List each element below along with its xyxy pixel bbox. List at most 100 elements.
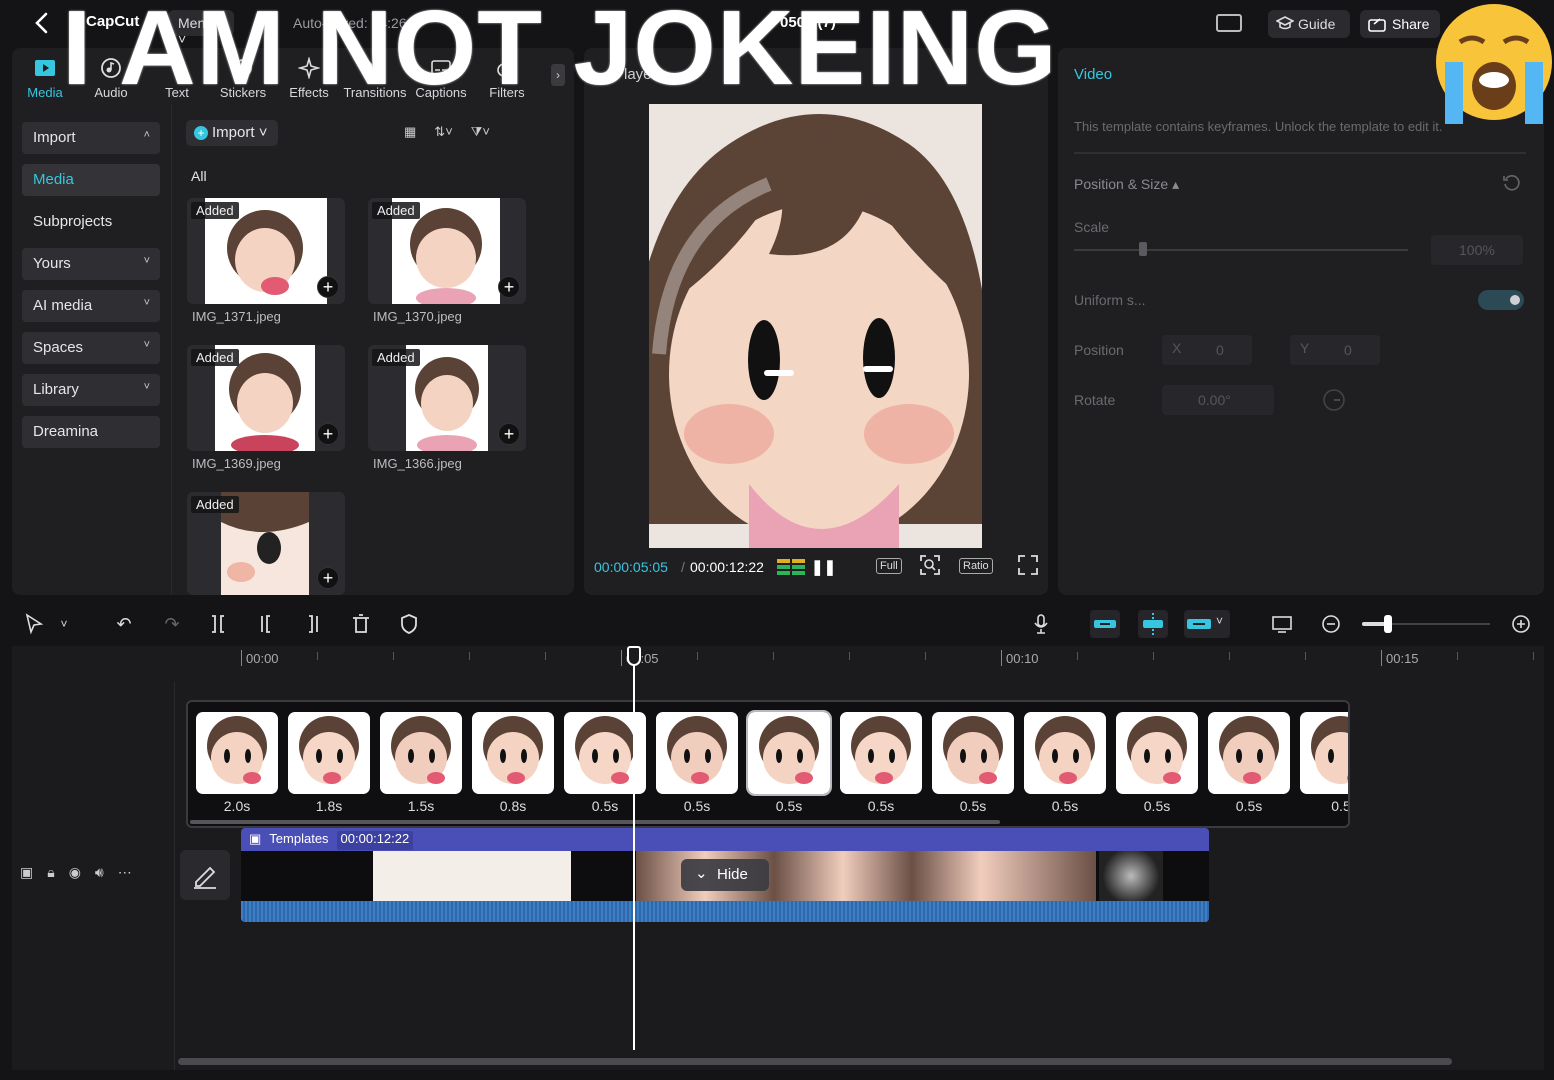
sidenav-item-subprojects[interactable]: Subprojects xyxy=(22,206,160,238)
ruler-tick xyxy=(1533,652,1534,660)
add-to-timeline-icon[interactable]: + xyxy=(317,567,339,589)
shield-icon[interactable] xyxy=(397,612,421,636)
media-item[interactable]: Added + xyxy=(187,198,345,304)
preview-axis-icon[interactable] xyxy=(1270,612,1294,636)
filter-funnel-icon[interactable]: ⧩˅ xyxy=(471,124,490,140)
zoom-out-icon[interactable] xyxy=(1319,612,1343,636)
cover-icon[interactable]: ▣ xyxy=(20,864,33,881)
clip-duration: 0.5s xyxy=(1143,798,1171,814)
position-x-field[interactable]: X 0 xyxy=(1162,335,1252,365)
sidenav-item-library[interactable]: Library ˅ xyxy=(22,374,160,406)
scale-slider[interactable] xyxy=(1074,249,1408,251)
section-position-size[interactable]: Position & Size ▴ xyxy=(1074,176,1179,193)
sidenav-item-media[interactable]: Media xyxy=(22,164,160,196)
clip-scrollbar[interactable] xyxy=(190,820,1000,824)
sidenav-item-yours[interactable]: Yours ˅ xyxy=(22,248,160,280)
sidenav-item-ai-media[interactable]: AI media ˅ xyxy=(22,290,160,322)
media-filename: IMG_1370.jpeg xyxy=(373,309,462,324)
template-label: Templates xyxy=(269,831,329,846)
layout-icon[interactable] xyxy=(1216,14,1242,32)
rotate-field[interactable]: 0.00° xyxy=(1162,385,1274,415)
grid-view-icon[interactable]: ▦ xyxy=(404,124,416,140)
timeline-clip[interactable] xyxy=(196,712,278,794)
media-filter-all[interactable]: All xyxy=(191,168,207,184)
current-time: 00:00:05:05 xyxy=(594,559,668,575)
more-icon[interactable]: ⋯ xyxy=(118,864,132,881)
media-item[interactable]: Added + xyxy=(187,492,345,595)
chevron-down-icon[interactable]: ˅ xyxy=(52,612,76,636)
sort-icon[interactable]: ⇅˅ xyxy=(434,124,452,140)
video-preview[interactable] xyxy=(649,104,982,548)
timeline-clip[interactable] xyxy=(380,712,462,794)
select-cursor-icon[interactable] xyxy=(22,612,46,636)
clip-duration: 1.5s xyxy=(407,798,435,814)
timeline-clip[interactable] xyxy=(1116,712,1198,794)
playhead-handle[interactable] xyxy=(627,646,641,666)
add-to-timeline-icon[interactable]: + xyxy=(498,423,520,445)
ruler-tick xyxy=(1229,652,1230,660)
ratio-button[interactable]: Ratio xyxy=(959,558,993,574)
template-clip[interactable]: ▣ Templates 00:00:12:22 ⌄ Hide xyxy=(241,828,1209,922)
zoom-slider-handle[interactable] xyxy=(1383,615,1392,633)
timeline-clip[interactable] xyxy=(1300,712,1348,794)
media-item[interactable]: Added + xyxy=(368,345,526,451)
fullscreen-icon[interactable] xyxy=(1017,554,1039,576)
timeline-clip[interactable] xyxy=(656,712,738,794)
ruler-tick xyxy=(697,652,698,660)
chevron-down-icon: ˅ xyxy=(258,124,268,141)
x-value: 0 xyxy=(1216,342,1224,358)
main-track-magnet-button[interactable] xyxy=(1090,610,1120,638)
chevron-down-icon: ˅ xyxy=(143,297,150,309)
position-y-field[interactable]: Y 0 xyxy=(1290,335,1380,365)
delete-icon[interactable] xyxy=(349,612,373,636)
playhead[interactable] xyxy=(633,648,635,1050)
sidenav-item-import[interactable]: Import ˄ xyxy=(22,122,160,154)
audio-waveform xyxy=(241,901,1209,922)
add-to-timeline-icon[interactable]: + xyxy=(317,276,339,298)
timeline-clip[interactable] xyxy=(840,712,922,794)
uniform-scale-toggle[interactable] xyxy=(1478,290,1524,310)
eye-icon[interactable]: ◉ xyxy=(69,864,81,881)
timeline-scrollbar[interactable] xyxy=(178,1058,1452,1065)
undo-icon[interactable]: ↶ xyxy=(112,612,136,636)
section-label: Position & Size xyxy=(1074,176,1169,192)
timeline-clip[interactable] xyxy=(746,710,832,796)
timeline-clip[interactable] xyxy=(288,712,370,794)
timeline-clip[interactable] xyxy=(932,712,1014,794)
clip-duration: 0.5s xyxy=(959,798,987,814)
edit-track-button[interactable] xyxy=(180,850,230,900)
clip-duration: 0.5s xyxy=(1235,798,1263,814)
tab-video[interactable]: Video xyxy=(1074,66,1112,83)
hide-button[interactable]: ⌄ Hide xyxy=(681,859,769,891)
add-to-timeline-icon[interactable]: + xyxy=(317,423,339,445)
sidenav-item-spaces[interactable]: Spaces ˅ xyxy=(22,332,160,364)
guide-button[interactable]: Guide xyxy=(1268,10,1350,38)
loudly-crying-face-emoji xyxy=(1436,4,1552,124)
import-button[interactable]: + Import ˅ xyxy=(186,120,278,146)
clip-thumbnail xyxy=(196,712,278,794)
timeline-clip[interactable] xyxy=(472,712,554,794)
rotate-dial-icon[interactable] xyxy=(1322,388,1346,412)
reset-icon[interactable] xyxy=(1502,174,1520,192)
zoom-fit-icon[interactable] xyxy=(919,554,941,576)
zoom-in-icon[interactable] xyxy=(1509,612,1533,636)
pause-icon[interactable]: ❚❚ xyxy=(811,558,836,576)
split-icon[interactable] xyxy=(206,612,230,636)
back-icon[interactable] xyxy=(28,8,56,38)
media-item[interactable]: Added + xyxy=(187,345,345,451)
volume-icon[interactable]: 🔊︎ xyxy=(95,864,104,881)
add-to-timeline-icon[interactable]: + xyxy=(498,276,520,298)
split-left-icon[interactable] xyxy=(254,612,278,636)
full-quality-button[interactable]: Full xyxy=(876,558,902,574)
lock-icon[interactable]: 🔒︎ xyxy=(47,864,54,881)
microphone-icon[interactable] xyxy=(1029,612,1053,636)
timeline-clip[interactable] xyxy=(1208,712,1290,794)
split-right-icon[interactable] xyxy=(301,612,325,636)
timeline-clip[interactable] xyxy=(1024,712,1106,794)
media-item[interactable]: Added + xyxy=(368,198,526,304)
sidenav-item-dreamina[interactable]: Dreamina xyxy=(22,416,160,448)
scale-slider-handle[interactable] xyxy=(1139,242,1147,256)
scale-field[interactable]: 100% xyxy=(1431,235,1523,265)
auto-snap-button[interactable] xyxy=(1138,610,1168,638)
linkage-button[interactable]: ˅ xyxy=(1184,610,1230,638)
